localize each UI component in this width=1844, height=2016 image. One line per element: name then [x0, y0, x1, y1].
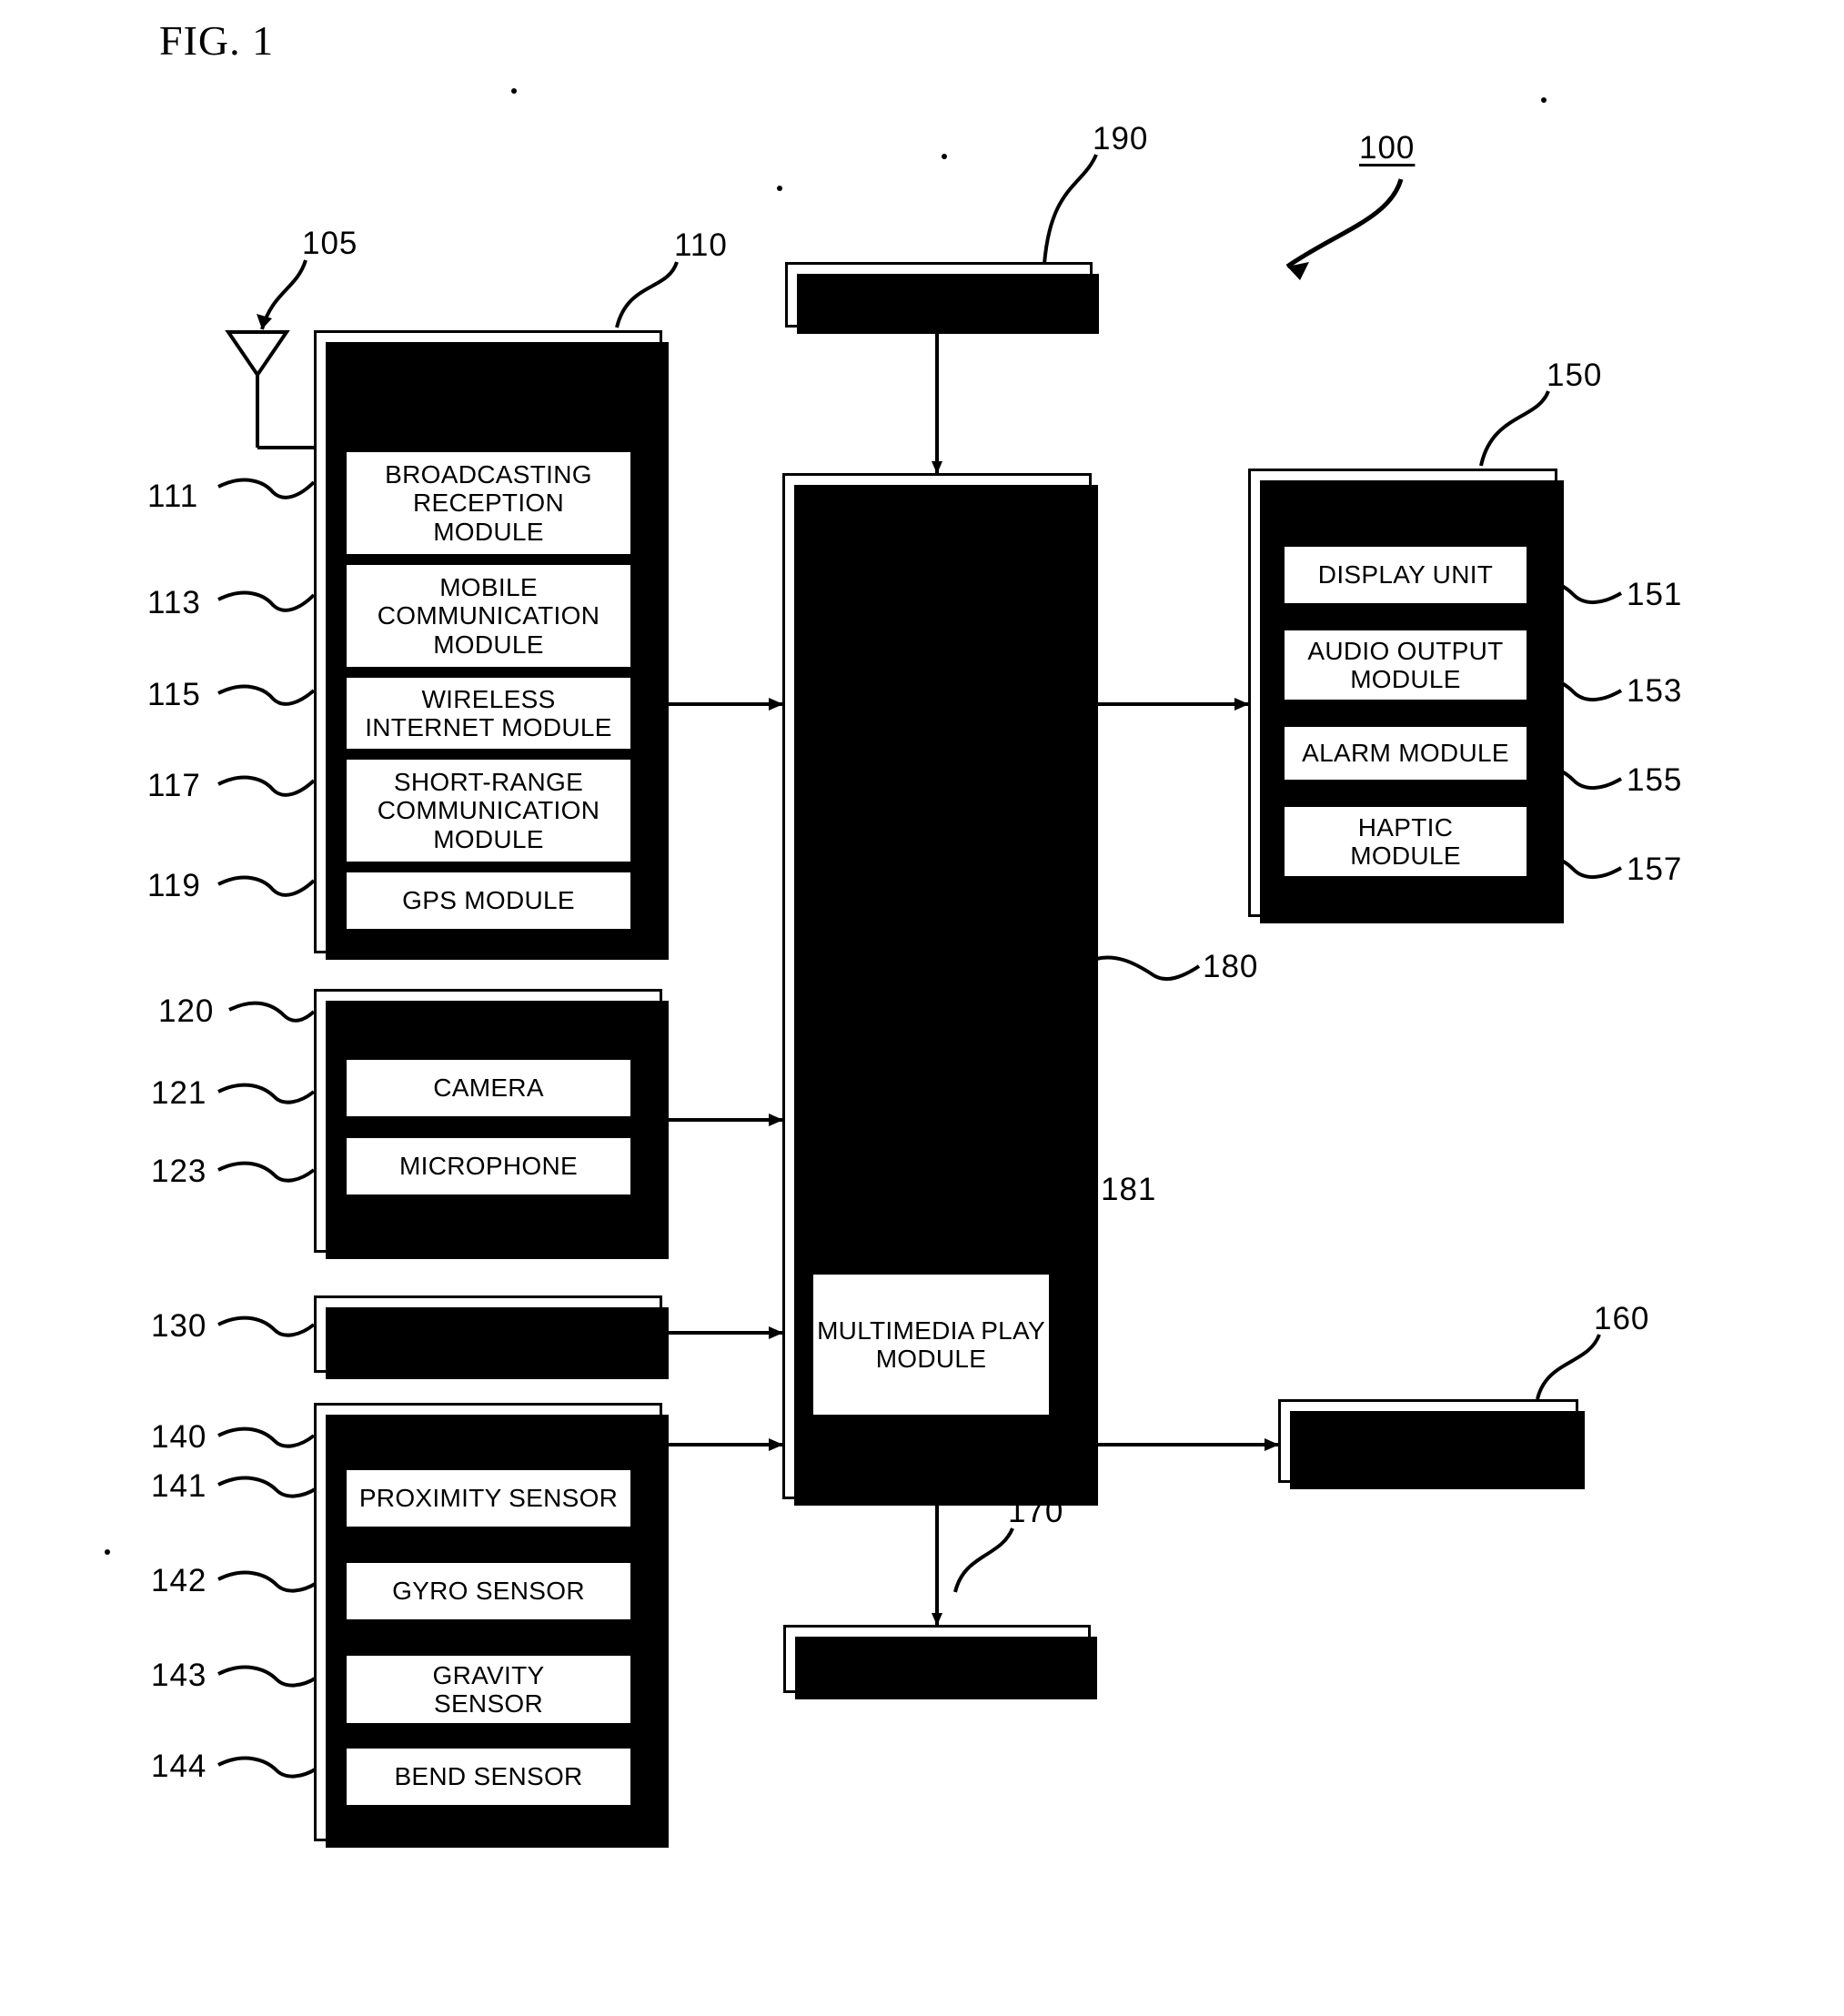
ref-121: 121	[151, 1075, 207, 1111]
figure-title: FIG. 1	[159, 17, 275, 64]
sensing-unit-box: SENSING UNIT PROXIMITY SENSOR GYRO SENSO…	[314, 1403, 669, 1848]
ref-190: 190	[1093, 121, 1149, 156]
patent-figure-page: FIG. 1 WIRELESS COMMUNICATION UNIT BROAD…	[0, 0, 1844, 2016]
ref-115: 115	[147, 677, 201, 712]
camera-module: CAMERA	[344, 1057, 633, 1119]
short-range-communication-module: SHORT-RANGE COMMUNICATION MODULE	[344, 757, 633, 864]
ref-120: 120	[158, 993, 215, 1029]
ref-113: 113	[147, 585, 201, 620]
ref-123: 123	[151, 1154, 207, 1189]
ref-151: 151	[1627, 577, 1683, 612]
gravity-sensor-module: GRAVITY SENSOR	[344, 1653, 633, 1726]
ref-181: 181	[1101, 1172, 1157, 1207]
controller-box: CONTROLLER MULTIMEDIA PLAY MODULE	[782, 473, 1098, 1506]
haptic-module: HAPTIC MODULE	[1282, 804, 1529, 879]
ref-140: 140	[151, 1419, 207, 1455]
memory-box: MEMORY	[1278, 1399, 1585, 1489]
antenna-icon	[225, 330, 314, 449]
ref-143: 143	[151, 1658, 207, 1693]
ref-142: 142	[151, 1563, 207, 1598]
ref-153: 153	[1627, 673, 1683, 709]
ref-155: 155	[1627, 762, 1683, 798]
audio-output-module: AUDIO OUTPUT MODULE	[1282, 628, 1529, 702]
proximity-sensor-module: PROXIMITY SENSOR	[344, 1467, 633, 1529]
wireless-communication-unit-title: WIRELESS COMMUNICATION UNIT	[371, 346, 605, 434]
microphone-module: MICROPHONE	[344, 1135, 633, 1197]
interface-unit-box: INTERFACE UNIT	[783, 1625, 1097, 1699]
gyro-sensor-module: GYRO SENSOR	[344, 1560, 633, 1622]
ref-111: 111	[147, 479, 199, 514]
ref-180: 180	[1203, 949, 1259, 984]
ref-150: 150	[1547, 358, 1603, 393]
ref-144: 144	[151, 1749, 207, 1784]
display-unit-module: DISPLAY UNIT	[1282, 544, 1529, 606]
ref-105: 105	[302, 226, 358, 261]
sensing-unit-title: SENSING UNIT	[391, 1418, 585, 1447]
power-supply-unit-box: POWER SUPPLY UNIT	[785, 262, 1099, 334]
mobile-communication-module: MOBILE COMMUNICATION MODULE	[344, 562, 633, 670]
ref-160: 160	[1594, 1301, 1650, 1336]
broadcasting-reception-module: BROADCASTING RECEPTION MODULE	[344, 449, 633, 557]
wireless-internet-module: WIRELESS INTERNET MODULE	[344, 675, 633, 751]
gps-module: GPS MODULE	[344, 870, 633, 932]
bend-sensor-module: BEND SENSOR	[344, 1746, 633, 1808]
user-manipulating-portion-box: USER MANIPULATING PORTION	[314, 1295, 669, 1379]
wireless-communication-unit-box: WIRELESS COMMUNICATION UNIT BROADCASTING…	[314, 330, 669, 960]
controller-title: CONTROLLER	[841, 763, 1033, 793]
alarm-module: ALARM MODULE	[1282, 724, 1529, 782]
ref-100: 100	[1359, 130, 1416, 166]
av-input-unit-box: A/V INPUT UNIT CAMERA MICROPHONE	[314, 989, 669, 1259]
ref-130: 130	[151, 1308, 207, 1344]
ref-119: 119	[147, 868, 201, 903]
ref-141: 141	[151, 1468, 207, 1504]
ref-170: 170	[1008, 1494, 1064, 1529]
multimedia-play-module: MULTIMEDIA PLAY MODULE	[811, 1272, 1052, 1417]
output-unit-title: OUTPUT UNIT	[1312, 489, 1494, 519]
ref-117: 117	[147, 768, 201, 803]
av-input-unit-title: A/V INPUT UNIT	[386, 1006, 590, 1035]
ref-157: 157	[1627, 852, 1683, 887]
ref-110: 110	[674, 227, 728, 263]
output-unit-box: OUTPUT UNIT DISPLAY UNIT AUDIO OUTPUT MO…	[1248, 469, 1564, 923]
